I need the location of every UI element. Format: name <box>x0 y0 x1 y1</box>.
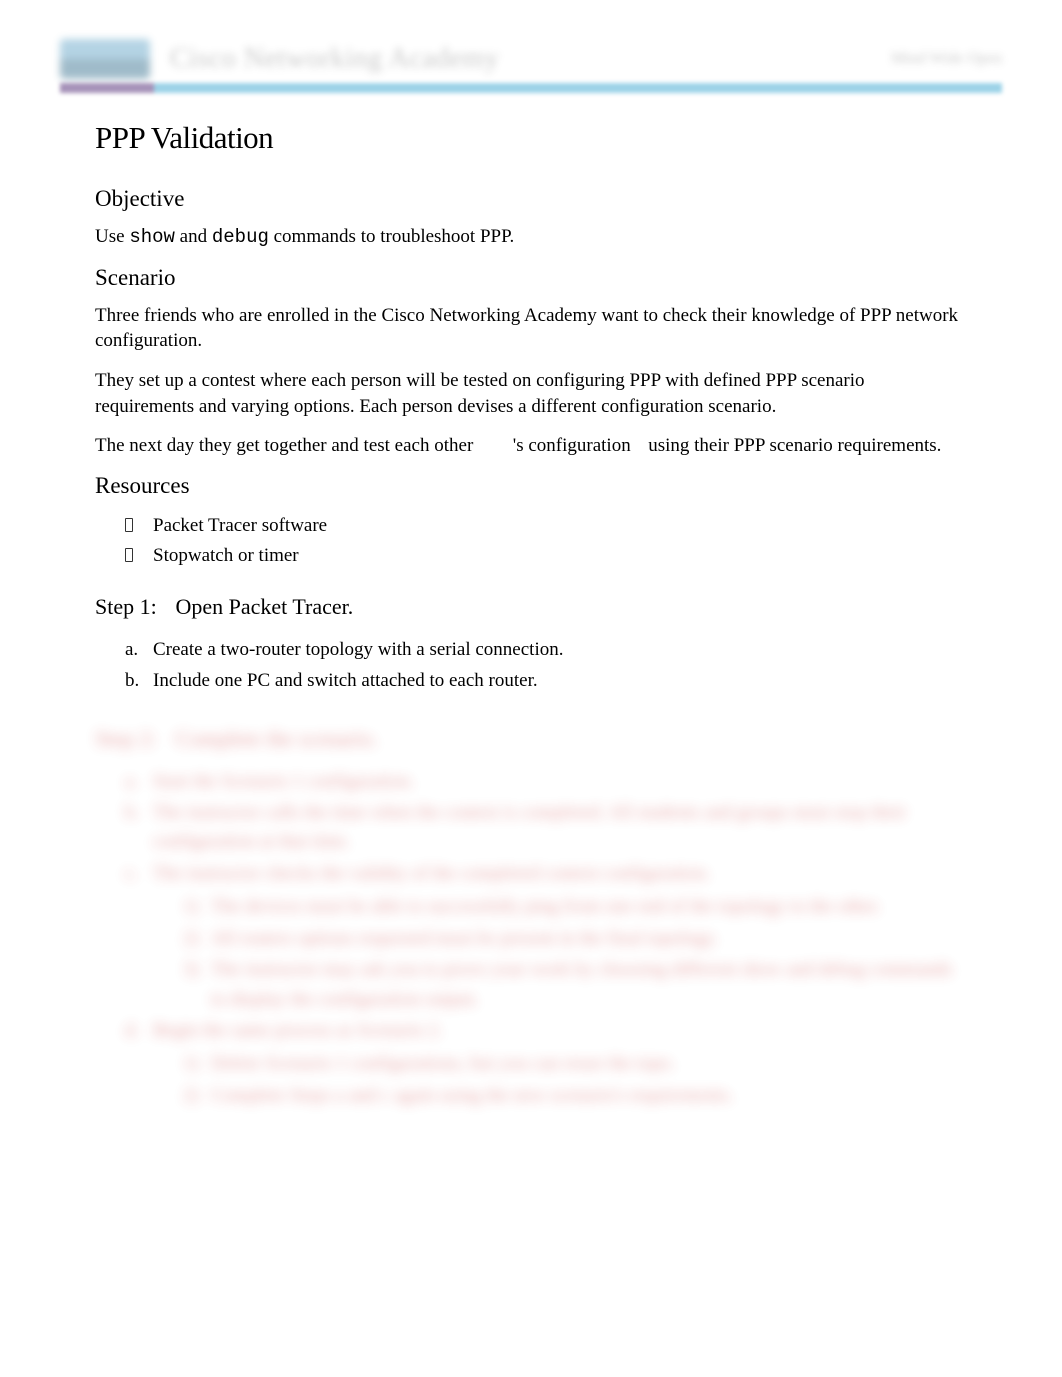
list-text: Begin the same process as Scenario 2. <box>153 1020 443 1041</box>
list-item: a. Create a two-router topology with a s… <box>125 635 967 664</box>
list-item: 2) Complete Steps a and c again using th… <box>183 1081 967 1110</box>
objective-heading: Objective <box>95 186 967 212</box>
list-text: Create a two-router topology with a seri… <box>153 639 563 660</box>
list-item: 1) Delete Scenario 1 configurations, but… <box>183 1049 967 1078</box>
resource-item: Stopwatch or timer <box>125 541 967 571</box>
scenario-para-1: Three friends who are enrolled in the Ci… <box>95 303 967 354</box>
step-2-list: a. Start the Scenario 1 configuration. b… <box>95 767 967 1111</box>
text-fragment: commands to troubleshoot PPP. <box>269 226 514 247</box>
list-text: Complete Steps a and c again using the n… <box>211 1085 733 1106</box>
step-label: Step 1: <box>95 594 170 620</box>
step-title: Complete the scenario. <box>176 726 378 751</box>
list-text: The instructor calls the time when the c… <box>153 802 906 852</box>
list-marker: c. <box>125 859 138 888</box>
list-text: The instructor may ask you to prove your… <box>211 959 952 1009</box>
list-item: c. The instructor checks the validity of… <box>125 859 967 1014</box>
list-marker: 1) <box>183 892 199 921</box>
page-title: PPP Validation <box>95 120 967 156</box>
list-marker: 1) <box>183 1049 199 1078</box>
header-content: Cisco Networking Academy Mind Wide Open <box>60 35 1002 83</box>
blurred-preview-section: Step 2: Complete the scenario. a. Start … <box>95 726 967 1111</box>
scenario-heading: Scenario <box>95 265 967 291</box>
list-text: Include one PC and switch attached to ea… <box>153 670 538 691</box>
list-item: a. Start the Scenario 1 configuration. <box>125 767 967 796</box>
list-marker: 3) <box>183 955 199 984</box>
step-1-list: a. Create a two-router topology with a s… <box>95 635 967 696</box>
list-marker: 2) <box>183 1081 199 1110</box>
step-label: Step 2: <box>95 726 170 752</box>
list-item: b. Include one PC and switch attached to… <box>125 666 967 695</box>
objective-text: Use show and debug commands to troublesh… <box>95 224 967 251</box>
text-fragment: and <box>175 226 212 247</box>
scenario-para-2: They set up a contest where each person … <box>95 368 967 419</box>
code-debug: debug <box>212 226 269 248</box>
list-marker: 2) <box>183 924 199 953</box>
list-text: Delete Scenario 1 configurations, but yo… <box>211 1053 675 1074</box>
list-text: The instructor checks the validity of th… <box>153 863 710 884</box>
list-marker: a. <box>125 635 138 664</box>
list-item: d. Begin the same process as Scenario 2.… <box>125 1016 967 1110</box>
list-text: Start the Scenario 1 configuration. <box>153 771 414 792</box>
list-item: b. The instructor calls the time when th… <box>125 798 967 857</box>
list-item: 1) The devices must be able to successfu… <box>183 892 967 921</box>
list-text: The devices must be able to successfully… <box>211 896 881 917</box>
list-marker: d. <box>125 1016 139 1045</box>
sub-list-d: 1) Delete Scenario 1 configurations, but… <box>153 1049 967 1110</box>
list-text: All routers options requested must be pr… <box>211 928 718 949</box>
list-item: 3) The instructor may ask you to prove y… <box>183 955 967 1014</box>
list-marker: b. <box>125 666 139 695</box>
step-1-heading: Step 1: Open Packet Tracer. <box>95 594 967 620</box>
document-content: PPP Validation Objective Use show and de… <box>0 95 1062 1152</box>
list-item: 2) All routers options requested must be… <box>183 924 967 953</box>
header-tagline: Mind Wide Open <box>891 50 1002 68</box>
sub-list-c: 1) The devices must be able to successfu… <box>153 892 967 1014</box>
text-fragment: Use <box>95 226 129 247</box>
text-fragment: The next day they get together and test … <box>95 435 473 456</box>
text-fragment: using their PPP scenario requirements. <box>648 435 941 456</box>
list-marker: a. <box>125 767 138 796</box>
resources-heading: Resources <box>95 473 967 499</box>
resource-item: Packet Tracer software <box>125 511 967 541</box>
step-title: Open Packet Tracer. <box>176 594 354 619</box>
list-marker: b. <box>125 798 139 827</box>
text-fragment: 's configuration <box>513 435 631 456</box>
header-banner: Cisco Networking Academy Mind Wide Open <box>60 35 1002 95</box>
cisco-logo <box>60 39 150 79</box>
resources-list: Packet Tracer software Stopwatch or time… <box>95 511 967 572</box>
header-divider-bar <box>60 83 1002 93</box>
code-show: show <box>129 226 175 248</box>
step-2-heading: Step 2: Complete the scenario. <box>95 726 967 752</box>
academy-title: Cisco Networking Academy <box>170 43 891 75</box>
scenario-para-3: The next day they get together and test … <box>95 433 967 459</box>
